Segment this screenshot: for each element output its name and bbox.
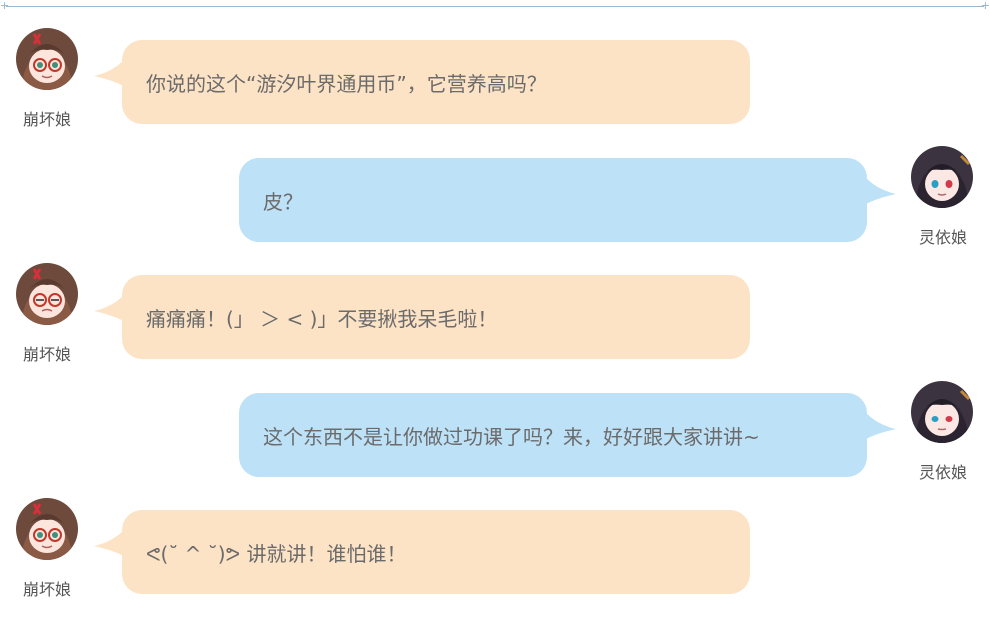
lingyi-girl-avatar-icon (911, 146, 973, 208)
message-bubble: 皮？ (239, 158, 867, 242)
message-text: 皮？ (263, 189, 303, 214)
message-text: 痛痛痛！(」 ＞ < )」不要揪我呆毛啦！ (146, 306, 498, 331)
bubble-tail-icon (94, 530, 124, 556)
chat-message: 灵依娘 这个东西不是让你做过功课了吗？来，好好跟大家讲讲~ (0, 353, 990, 482)
speaker-name: 崩坏娘 (22, 580, 71, 599)
lingyi-girl-avatar-icon (911, 381, 973, 443)
message-text: 这个东西不是让你做过功课了吗？来，好好跟大家讲讲~ (263, 424, 760, 449)
honkai-girl-avatar-icon (16, 498, 78, 560)
message-bubble: ᕙ(˘ ^ ˘)ᕗ 讲就讲！谁怕谁！ (122, 510, 750, 594)
message-bubble: 你说的这个“游汐叶界通用币”，它营养高吗？ (122, 40, 750, 124)
honkai-girl-avatar-icon (16, 28, 78, 90)
bubble-tail-icon (94, 60, 124, 86)
chat-message: 崩坏娘 ᕙ(˘ ^ ˘)ᕗ 讲就讲！谁怕谁！ (0, 470, 990, 599)
message-bubble: 这个东西不是让你做过功课了吗？来，好好跟大家讲讲~ (239, 393, 867, 477)
chat-message: 崩坏娘 痛痛痛！(」 ＞ < )」不要揪我呆毛啦！ (0, 235, 990, 364)
chat-message: 灵依娘 皮？ (0, 118, 990, 247)
message-text: 你说的这个“游汐叶界通用币”，它营养高吗？ (146, 71, 547, 96)
honkai-girl-avatar-icon (16, 263, 78, 325)
message-bubble: 痛痛痛！(」 ＞ < )」不要揪我呆毛啦！ (122, 275, 750, 359)
bubble-tail-icon (94, 295, 124, 321)
bubble-tail-icon (866, 413, 896, 439)
message-text: ᕙ(˘ ^ ˘)ᕗ 讲就讲！谁怕谁！ (146, 541, 407, 566)
bubble-tail-icon (866, 178, 896, 204)
chat-message: 崩坏娘 你说的这个“游汐叶界通用币”，它营养高吗？ (0, 0, 990, 129)
chat-stage: + + 崩坏娘 你说的这个“游汐叶界通用币”，它营养高吗？ 灵依娘 皮？ 崩坏娘… (0, 0, 990, 621)
